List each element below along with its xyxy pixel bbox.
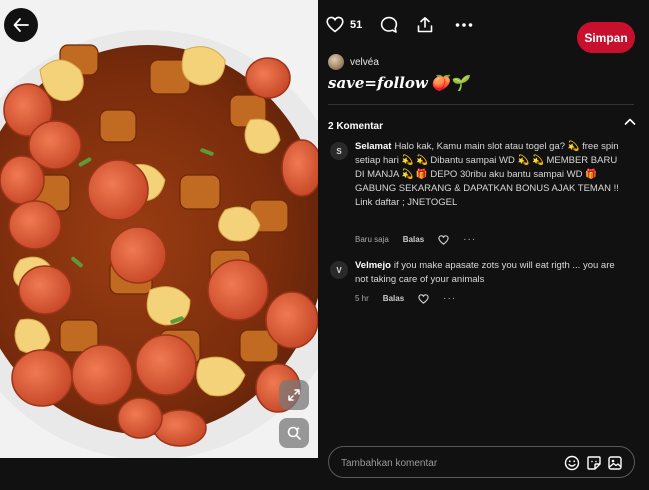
comment-body: Selamat Halo kak, Kamu main slot atau tog…	[355, 140, 620, 210]
comment-item: V Velmejo if you make apasate zots you wi…	[328, 259, 628, 309]
comment-text: if you make apasate zots you will eat ri…	[355, 260, 615, 285]
pin-details-panel: 51 Simpan velvéa save=follow 🍑🌱 2 Koment…	[318, 0, 649, 490]
like-count: 51	[350, 18, 363, 31]
action-bar: 51 Simpan	[318, 10, 649, 53]
comment-more-button[interactable]: ···	[443, 293, 456, 304]
divider	[328, 104, 634, 105]
heart-icon	[326, 16, 344, 33]
comment-body: Velmejo if you make apasate zots you will…	[355, 259, 620, 287]
comment-like-button[interactable]	[438, 234, 449, 245]
comment-time: Baru saja	[355, 235, 389, 244]
image-button[interactable]	[606, 454, 624, 472]
comment-like-button[interactable]	[418, 293, 429, 304]
comment-author[interactable]: Selamat	[355, 141, 391, 152]
pin-title-text: save=follow	[328, 74, 428, 92]
share-icon	[417, 17, 433, 33]
comment-avatar[interactable]: S	[330, 142, 348, 160]
save-button[interactable]: Simpan	[577, 22, 635, 53]
comment-time: 5 hr	[355, 294, 369, 303]
expand-icon	[288, 389, 300, 401]
comment-meta: Baru saja Balas ···	[355, 234, 476, 245]
like-button[interactable]: 51	[326, 16, 362, 33]
visual-search-icon	[287, 426, 301, 440]
comment-input[interactable]	[341, 454, 541, 472]
heart-icon	[438, 234, 449, 245]
pin-title-emojis: 🍑🌱	[430, 74, 469, 92]
reply-button[interactable]: Balas	[383, 294, 404, 303]
share-button[interactable]	[416, 16, 434, 34]
comment-meta: 5 hr Balas ···	[355, 293, 456, 304]
back-button[interactable]	[4, 8, 38, 42]
comment-author[interactable]: Velmejo	[355, 260, 391, 271]
comment-avatar[interactable]: V	[330, 261, 348, 279]
sticker-icon	[587, 456, 601, 470]
pin-title: save=follow 🍑🌱	[328, 74, 468, 92]
comment-more-button[interactable]: ···	[463, 234, 476, 245]
pin-closeup-card: 51 Simpan velvéa save=follow 🍑🌱 2 Koment…	[0, 0, 649, 490]
back-arrow-icon	[13, 18, 29, 32]
chevron-up-icon[interactable]	[624, 117, 636, 127]
visual-search-button[interactable]	[279, 418, 309, 448]
heart-icon	[418, 293, 429, 304]
comment-item: S Selamat Halo kak, Kamu main slot atau t…	[328, 140, 628, 250]
image-icon	[608, 456, 622, 470]
author-profile[interactable]: velvéa	[328, 54, 379, 70]
comment-composer	[328, 446, 635, 478]
expand-button[interactable]	[279, 380, 309, 410]
more-options-button[interactable]	[455, 22, 473, 28]
reply-button[interactable]: Balas	[403, 235, 424, 244]
emoji-icon	[564, 455, 580, 471]
comment-text: Halo kak, Kamu main slot atau togel ga? …	[355, 141, 619, 208]
more-dots-icon	[455, 23, 473, 27]
comment-bubble-icon	[380, 16, 398, 33]
food-photo	[0, 0, 318, 458]
comments-header[interactable]: 2 Komentar	[328, 116, 636, 132]
avatar	[328, 54, 344, 70]
sticker-button[interactable]	[585, 454, 603, 472]
author-name[interactable]: velvéa	[350, 57, 379, 68]
emoji-button[interactable]	[563, 454, 581, 472]
pin-image[interactable]	[0, 0, 318, 458]
comments-count-label: 2 Komentar	[328, 121, 384, 132]
